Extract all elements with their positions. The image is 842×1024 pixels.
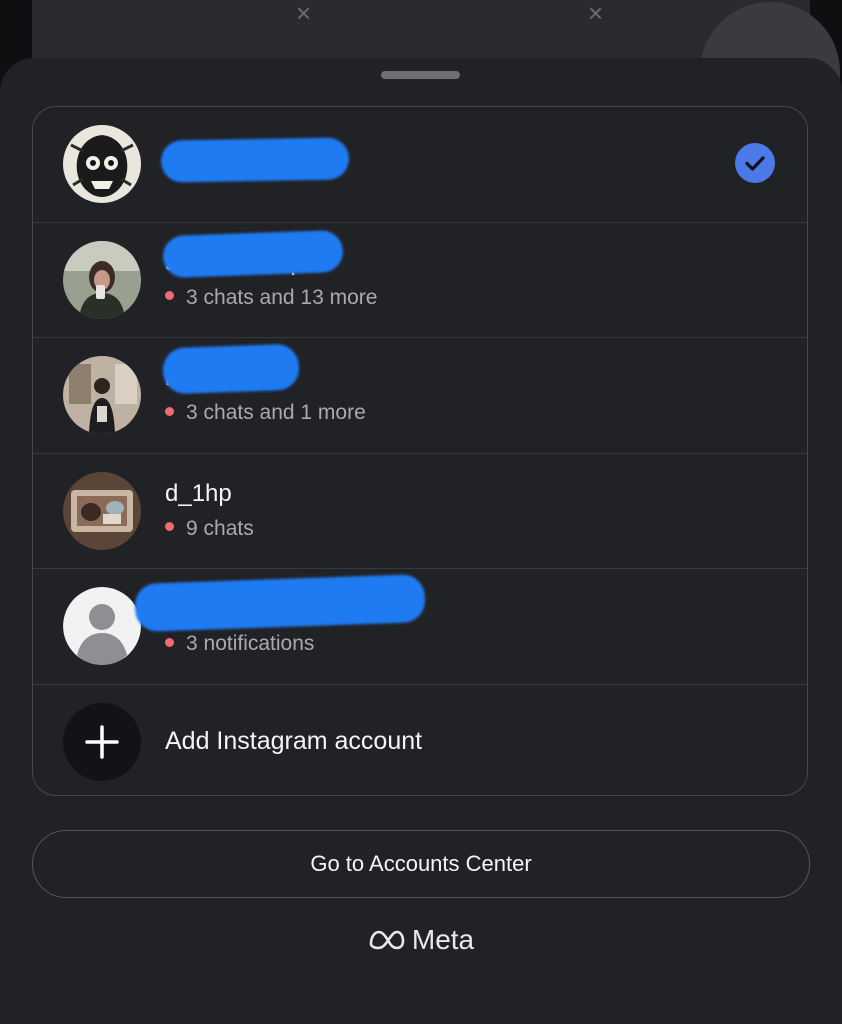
default-avatar-icon [63, 587, 141, 665]
account-row[interactable]: d_1hp 9 chats [33, 454, 807, 569]
unread-dot [165, 406, 174, 416]
add-account-row[interactable]: Add Instagram account [33, 685, 807, 796]
account-row[interactable]: t 3 notifications [33, 569, 807, 685]
notification-summary: 3 chats and 13 more [165, 286, 377, 310]
account-row[interactable]: sweetur0mq 3 chats and 13 more [33, 223, 807, 338]
avatar [63, 471, 141, 550]
notification-summary: 9 chats [165, 517, 254, 541]
redaction-mark [162, 229, 344, 278]
redaction-mark [134, 573, 426, 633]
plus-icon [63, 702, 141, 781]
meta-wordmark: Meta [411, 924, 475, 955]
account-switcher-sheet: wasuz_s sweetur0mq [0, 58, 842, 1024]
unread-dot [165, 291, 174, 301]
account-row[interactable]: r 3 chats and 1 more [33, 338, 807, 454]
redaction-mark [162, 343, 300, 395]
account-list: wasuz_s sweetur0mq [32, 106, 808, 796]
redaction-mark [160, 137, 350, 183]
unread-dot [165, 522, 174, 532]
accounts-center-button[interactable]: Go to Accounts Center [32, 830, 810, 898]
account-username: d_1hp [165, 479, 232, 507]
notification-summary: 3 notifications [165, 632, 314, 656]
close-icon: × [296, 0, 312, 28]
avatar [63, 240, 141, 319]
meta-branding: Meta [0, 924, 842, 956]
selected-check-icon [735, 143, 775, 183]
add-account-label: Add Instagram account [165, 726, 423, 755]
close-icon: × [588, 0, 604, 28]
meta-logo-icon [369, 930, 405, 950]
account-row[interactable]: wasuz_s [33, 107, 807, 223]
avatar [63, 356, 141, 434]
unread-dot [165, 637, 174, 647]
avatar [63, 125, 141, 203]
notification-summary: 3 chats and 1 more [165, 401, 366, 425]
sheet-drag-handle[interactable] [381, 71, 460, 79]
